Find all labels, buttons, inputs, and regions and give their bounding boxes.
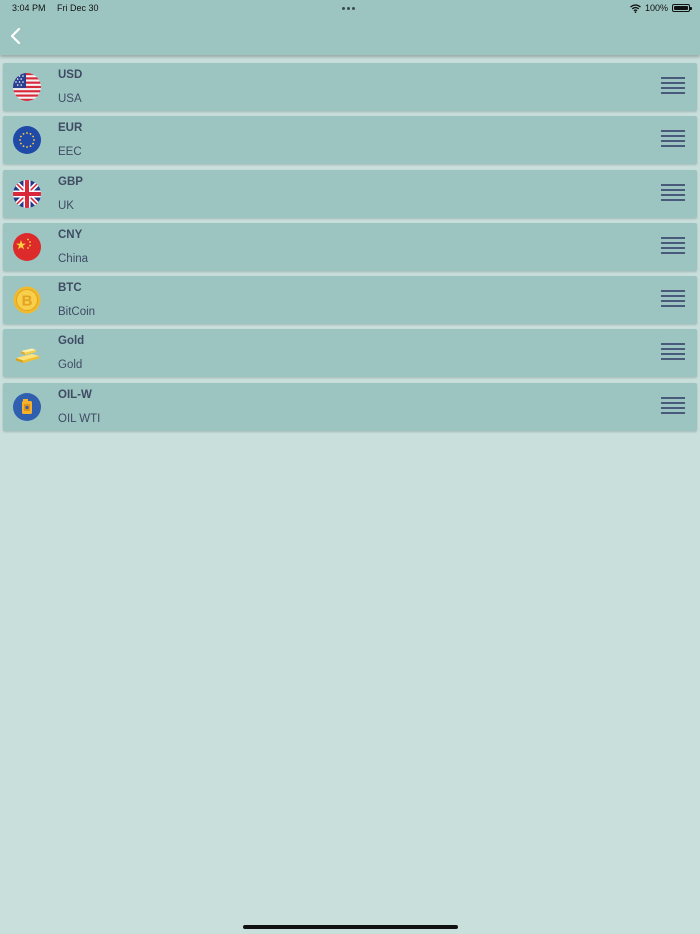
us-flag-icon: [13, 73, 41, 101]
battery-percent: 100%: [644, 3, 668, 13]
drag-handle-icon[interactable]: [661, 236, 685, 257]
currency-name: OIL WTI: [58, 412, 101, 425]
drag-handle-icon[interactable]: [661, 343, 685, 363]
currency-name: China: [58, 252, 89, 265]
wifi-icon: [630, 3, 641, 13]
drag-handle-icon[interactable]: [661, 183, 685, 204]
eu-flag-icon: [13, 126, 41, 155]
drag-handle-icon[interactable]: [661, 396, 685, 417]
china-flag-icon: [13, 232, 41, 261]
drag-handle-icon[interactable]: [661, 77, 685, 97]
drag-handle-icon[interactable]: [661, 290, 685, 310]
currency-code: BTC: [58, 282, 82, 295]
currency-code: EUR: [58, 122, 83, 135]
svg-text:B: B: [22, 293, 33, 310]
drag-handle-icon[interactable]: [661, 130, 685, 150]
currency-name: BitCoin: [58, 306, 96, 319]
list-item[interactable]: B BTC BitCoin: [3, 276, 697, 325]
list-item[interactable]: CNY China: [3, 222, 697, 271]
status-date: Fri Dec 30: [57, 3, 99, 13]
list-item[interactable]: OIL-W OIL WTI: [3, 382, 697, 431]
home-indicator[interactable]: [243, 925, 458, 929]
currency-code: USD: [58, 69, 83, 81]
currency-code: Gold: [58, 335, 85, 348]
currency-name: EEC: [58, 146, 82, 159]
list-item[interactable]: GBP UK: [3, 169, 697, 218]
status-bar: 3:04 PM Fri Dec 30 100%: [0, 0, 700, 18]
list-item[interactable]: USD USA: [3, 63, 697, 111]
currency-code: OIL-W: [58, 388, 92, 401]
currency-name: Gold: [58, 359, 83, 372]
currency-name: UK: [58, 199, 74, 212]
list-item[interactable]: Gold Gold: [3, 329, 697, 378]
list-item[interactable]: EUR EEC: [3, 116, 697, 165]
uk-flag-icon: [13, 179, 41, 208]
multitasking-dots-icon[interactable]: [342, 7, 355, 10]
chevron-left-icon[interactable]: [6, 24, 28, 48]
bitcoin-icon: B: [13, 286, 41, 314]
status-time: 3:04 PM: [12, 3, 46, 13]
gold-bar-icon: [16, 348, 39, 364]
currency-code: CNY: [58, 228, 83, 241]
currency-list: USD USA EUR EEC GBP UK CNY China B BTC B…: [3, 63, 697, 436]
battery-icon: [672, 4, 692, 12]
currency-code: GBP: [58, 175, 83, 188]
oil-can-icon: [13, 392, 41, 421]
currency-name: USA: [58, 93, 82, 105]
